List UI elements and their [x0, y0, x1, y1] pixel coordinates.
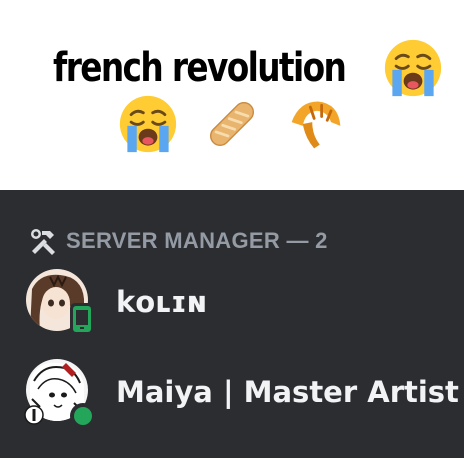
badge-icon [24, 405, 44, 425]
caption-line-2 [0, 92, 464, 156]
avatar[interactable] [24, 359, 96, 429]
baguette-bread-icon [209, 101, 255, 147]
role-label: SERVER MANAGER — 2 [66, 228, 328, 253]
loudly-crying-face-icon [119, 95, 177, 153]
role-header: SERVER MANAGER — 2 [28, 226, 328, 256]
caption-line-1: french revolution [0, 36, 464, 100]
member-name[interactable]: Maiya | Master Artist [116, 375, 459, 409]
online-status-icon [70, 403, 96, 429]
member-list-panel: SERVER MANAGER — 2 kᴏʟɪɴ Maiya | Master … [0, 190, 464, 458]
loudly-crying-face-icon [384, 39, 442, 97]
member-item-maiya[interactable]: Maiya | Master Artist [24, 356, 459, 429]
avatar[interactable] [26, 269, 94, 335]
meme-caption: french revolution [0, 0, 464, 190]
caption-text: french revolution [52, 45, 347, 91]
hammer-wrench-icon [31, 229, 55, 255]
member-item-kolin[interactable]: kᴏʟɪɴ [26, 266, 207, 338]
member-name[interactable]: kᴏʟɪɴ [116, 285, 207, 319]
croissant-icon [291, 101, 341, 149]
mobile-status-icon [70, 303, 94, 335]
